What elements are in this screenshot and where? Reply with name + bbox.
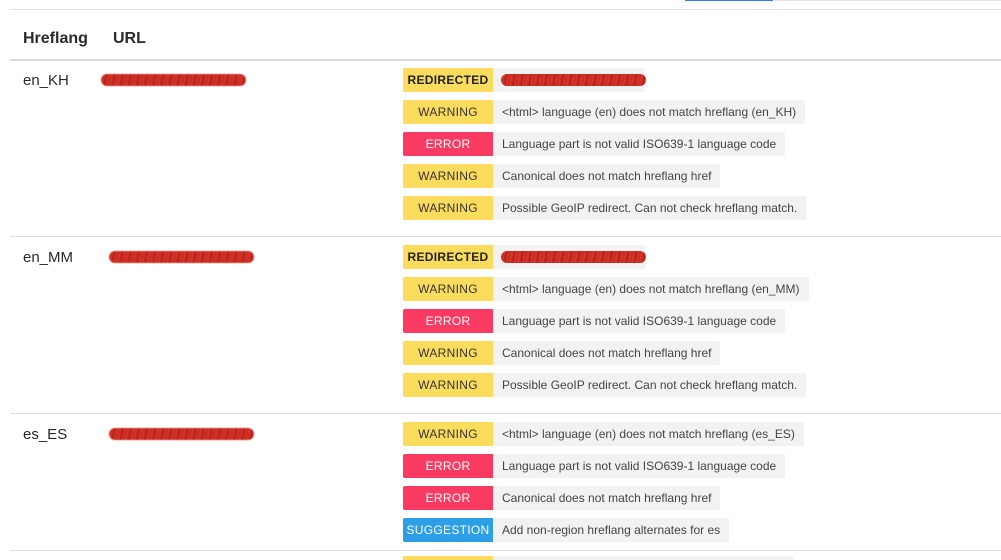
- issue-message: Canonical does not match hreflang href: [493, 486, 721, 510]
- hreflang-value: en_KH: [23, 72, 69, 89]
- issue-item: ERROR Language part is not valid ISO639-…: [403, 454, 786, 478]
- issue-message: Language part is not valid ISO639-1 lang…: [493, 454, 786, 478]
- active-tab-indicator: [685, 0, 773, 1]
- issue-message: Language part is not valid ISO639-1 lang…: [493, 309, 786, 333]
- issue-message: <html> language (en) does not match href…: [493, 422, 804, 446]
- status-badge: ERROR: [403, 132, 493, 156]
- status-badge: ERROR: [403, 486, 493, 510]
- issue-item: WARNING <html> language (en) does not ma…: [403, 422, 804, 446]
- issue-item: WARNING Possible GeoIP redirect. Can not…: [403, 196, 807, 220]
- issue-message: Possible GeoIP redirect. Can not check h…: [493, 373, 807, 397]
- status-badge: WARNING: [403, 422, 493, 446]
- issue-message: <html> language (en) does not match href…: [493, 100, 806, 124]
- redacted-url-link[interactable]: [109, 428, 254, 440]
- status-badge: ERROR: [403, 454, 493, 478]
- issue-item: WARNING Canonical does not match hreflan…: [403, 341, 721, 365]
- issue-item: REDIRECTED: [403, 245, 646, 269]
- issue-item: ERROR Language part is not valid ISO639-…: [403, 309, 786, 333]
- status-badge: SUGGESTION: [403, 518, 493, 542]
- issue-item: REDIRECTED: [403, 68, 646, 92]
- issue-item: WARNING <html> language (en) does not ma…: [403, 100, 806, 124]
- issue-item: WARNING Canonical does not match hreflan…: [403, 164, 721, 188]
- redacted-url-link[interactable]: [109, 251, 254, 263]
- header-divider: [10, 59, 1001, 61]
- status-badge: REDIRECTED: [403, 245, 493, 269]
- tab-track: [775, 0, 1001, 1]
- column-header-hreflang[interactable]: Hreflang: [23, 30, 88, 48]
- hreflang-value: en_MM: [23, 249, 74, 266]
- issue-item: ERROR Canonical does not match hreflang …: [403, 486, 721, 510]
- issue-item: WARNING <html> language (en) does not ma…: [403, 277, 809, 301]
- row-divider: [10, 550, 1001, 551]
- issue-message: Language part is not valid ISO639-1 lang…: [493, 132, 786, 156]
- status-badge: REDIRECTED: [403, 68, 493, 92]
- status-badge: WARNING: [403, 100, 493, 124]
- issue-item: WARNING Possible GeoIP redirect. Can not…: [403, 373, 807, 397]
- redacted-redirect-target[interactable]: [493, 245, 646, 269]
- status-badge: WARNING: [403, 196, 493, 220]
- column-header-url[interactable]: URL: [113, 30, 146, 48]
- status-badge: WARNING: [403, 164, 493, 188]
- issue-item: ERROR Language part is not valid ISO639-…: [403, 132, 786, 156]
- redacted-url-link[interactable]: [101, 74, 246, 86]
- issue-message: Add non-region hreflang alternates for e…: [493, 518, 730, 542]
- status-badge: WARNING: [403, 373, 493, 397]
- next-row-message-peek: [493, 556, 793, 560]
- issue-message: Canonical does not match hreflang href: [493, 164, 721, 188]
- row-divider: [10, 236, 1001, 237]
- status-badge: WARNING: [403, 341, 493, 365]
- issue-message: <html> language (en) does not match href…: [493, 277, 809, 301]
- issue-message: Canonical does not match hreflang href: [493, 341, 721, 365]
- table-header: Hreflang URL: [10, 10, 1001, 59]
- hreflang-value: es_ES: [23, 426, 68, 443]
- status-badge: WARNING: [403, 277, 493, 301]
- redacted-redirect-target[interactable]: [493, 68, 646, 92]
- issue-item: SUGGESTION Add non-region hreflang alter…: [403, 518, 730, 542]
- issue-message: Possible GeoIP redirect. Can not check h…: [493, 196, 807, 220]
- next-row-badge-peek: [403, 556, 493, 560]
- status-badge: ERROR: [403, 309, 493, 333]
- row-divider: [10, 413, 1001, 414]
